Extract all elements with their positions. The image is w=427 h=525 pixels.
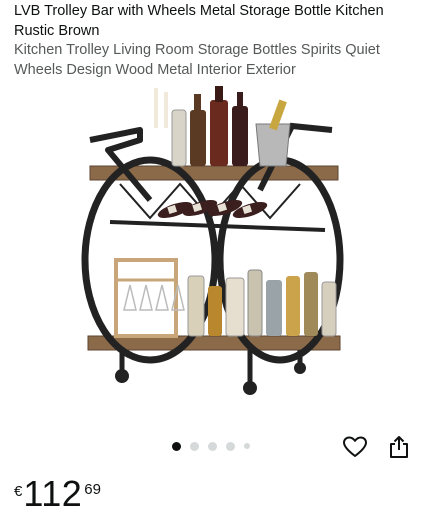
product-subtitle: Kitchen Trolley Living Room Storage Bott…	[14, 42, 380, 78]
product-image[interactable]	[60, 80, 360, 405]
pagination-dot[interactable]	[208, 441, 217, 451]
price: € 112 69	[14, 472, 101, 520]
pagination-dot[interactable]	[226, 441, 235, 451]
price-currency: €	[14, 483, 23, 500]
pagination-dot[interactable]	[190, 441, 199, 451]
price-fraction: 69	[84, 481, 101, 498]
product-title: LVB Trolley Bar with Wheels Metal Storag…	[14, 3, 384, 39]
pagination-dot[interactable]	[244, 443, 250, 449]
image-pagination[interactable]	[172, 440, 250, 452]
price-whole: 112	[23, 473, 83, 514]
pagination-dot[interactable]	[172, 441, 181, 451]
share-icon[interactable]	[386, 434, 412, 460]
heart-icon[interactable]	[342, 434, 368, 460]
